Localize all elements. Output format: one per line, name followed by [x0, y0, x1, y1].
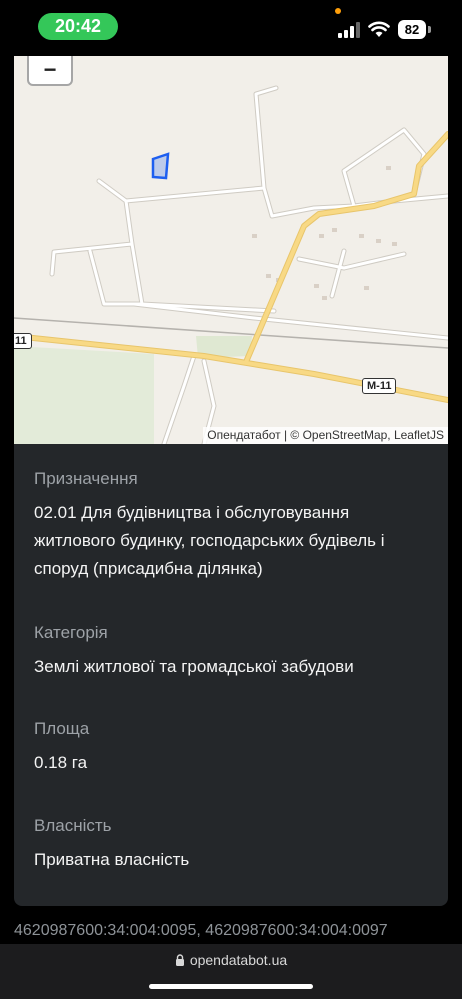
purpose-value: 02.01 Для будівництва і обслуговування ж…	[34, 503, 385, 578]
category-value: Землі житлової та громадської забудови	[34, 657, 354, 676]
status-time: 20:42	[38, 13, 118, 40]
url-display[interactable]: opendatabot.ua	[0, 952, 462, 968]
purpose-label: Призначення	[34, 469, 138, 488]
url-text: opendatabot.ua	[189, 952, 288, 968]
status-bar: 20:42 82	[0, 0, 462, 56]
area-label: Площа	[34, 719, 90, 738]
road-label-m11-left: 11	[14, 333, 32, 349]
map-attribution[interactable]: Опендатабот | © OpenStreetMap, LeafletJS	[203, 427, 448, 444]
zoom-out-button[interactable]: −	[27, 56, 73, 86]
home-indicator[interactable]	[149, 984, 313, 989]
wifi-icon	[368, 21, 390, 37]
browser-url-bar[interactable]: opendatabot.ua	[0, 944, 462, 999]
battery-indicator: 82	[398, 20, 426, 39]
ownership-field: Власність Приватна власність	[34, 815, 428, 874]
purpose-field: Призначення 02.01 Для будівництва і обсл…	[34, 468, 428, 583]
road-label-m11: M-11	[362, 378, 397, 394]
map-view[interactable]: − 11 M-11 Опендатабот | © OpenStreetMap,…	[14, 56, 448, 444]
cellular-signal-icon	[338, 22, 360, 38]
lock-icon	[175, 954, 184, 966]
ownership-label: Власність	[34, 816, 112, 835]
parcel-polygon[interactable]	[151, 152, 170, 180]
battery-tip	[428, 26, 431, 33]
area-field: Площа 0.18 га	[34, 718, 428, 777]
privacy-indicator	[335, 8, 341, 14]
category-label: Категорія	[34, 623, 108, 642]
parcel-info-card: Призначення 02.01 Для будівництва і обсл…	[14, 444, 448, 906]
ownership-value: Приватна власність	[34, 850, 190, 869]
cadastral-numbers[interactable]: 4620987600:34:004:0095, 4620987600:34:00…	[14, 922, 454, 944]
category-field: Категорія Землі житлової та громадської …	[34, 622, 428, 681]
area-value: 0.18 га	[34, 753, 88, 772]
